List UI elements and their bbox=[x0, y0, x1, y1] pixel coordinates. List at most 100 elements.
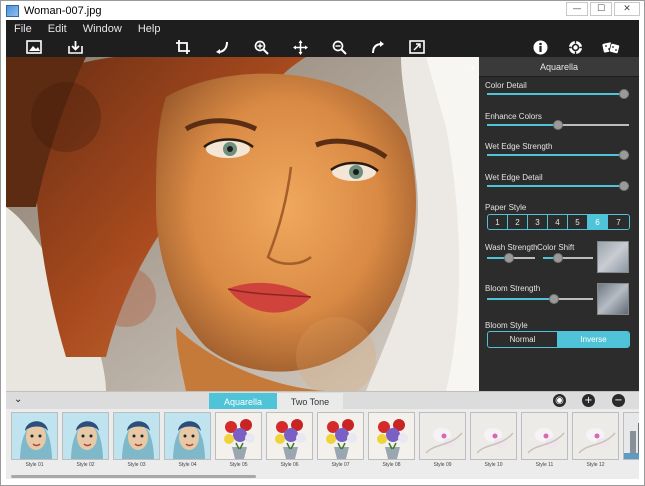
move-icon[interactable] bbox=[291, 38, 309, 56]
style-preview-image bbox=[266, 412, 313, 460]
maximize-button[interactable]: ☐ bbox=[590, 2, 612, 16]
style-preview-image bbox=[623, 412, 639, 460]
style-label: Style 03 bbox=[127, 462, 146, 468]
menu-bar: File Edit Window Help bbox=[6, 20, 639, 37]
wash-texture-thumbnail[interactable] bbox=[597, 241, 629, 273]
settings-icon[interactable] bbox=[566, 38, 584, 56]
tab-aquarella[interactable]: Aquarella bbox=[209, 393, 277, 410]
toolbar bbox=[6, 37, 639, 57]
style-preview-image bbox=[521, 412, 568, 460]
watercolor-portrait bbox=[6, 57, 479, 391]
style-thumbnails-strip: Style 01 Style 02 Style 03 Style 04 Style 05… bbox=[6, 409, 639, 479]
style-thumbnail[interactable]: Style 03 bbox=[113, 412, 160, 470]
paper-style-option[interactable]: 3 bbox=[528, 215, 548, 229]
style-preview-image bbox=[215, 412, 262, 460]
style-preview-image bbox=[164, 412, 211, 460]
save-icon[interactable] bbox=[66, 38, 84, 56]
style-label: Style 02 bbox=[76, 462, 95, 468]
style-label: Style 11 bbox=[535, 462, 554, 468]
menu-help[interactable]: Help bbox=[130, 23, 169, 35]
bloom-style-inverse[interactable]: Inverse bbox=[558, 332, 629, 347]
image-canvas[interactable]: › bbox=[6, 57, 479, 391]
style-tabs-bar: ⌄ Aquarella Two Tone ◉ + − bbox=[6, 391, 639, 410]
tab-two-tone[interactable]: Two Tone bbox=[277, 393, 343, 410]
style-thumbnail[interactable]: Style 02 bbox=[62, 412, 109, 470]
window-title: Woman-007.jpg bbox=[24, 4, 102, 17]
slider-knob[interactable] bbox=[553, 120, 563, 130]
style-thumbnail[interactable]: Style 07 bbox=[317, 412, 364, 470]
app-window: Woman-007.jpg — ☐ ✕ File Edit Window Hel… bbox=[0, 0, 645, 486]
paper-style-option-selected[interactable]: 6 bbox=[588, 215, 608, 229]
color-detail-slider[interactable] bbox=[487, 89, 629, 99]
bloom-style-label: Bloom Style bbox=[485, 321, 528, 330]
bloom-strength-label: Bloom Strength bbox=[485, 284, 541, 293]
enhance-colors-slider[interactable] bbox=[487, 120, 629, 130]
info-icon[interactable] bbox=[531, 38, 549, 56]
style-preview-image bbox=[11, 412, 58, 460]
menu-edit[interactable]: Edit bbox=[40, 23, 75, 35]
style-thumbnail[interactable]: Style 04 bbox=[164, 412, 211, 470]
paper-style-option[interactable]: 2 bbox=[508, 215, 528, 229]
paper-style-option[interactable]: 4 bbox=[548, 215, 568, 229]
fit-screen-icon[interactable] bbox=[408, 38, 426, 56]
zoom-out-icon[interactable] bbox=[330, 38, 348, 56]
palette-icon[interactable]: ◉ bbox=[553, 394, 566, 407]
style-thumbnail[interactable]: Style 10 bbox=[470, 412, 517, 470]
slider-knob[interactable] bbox=[549, 294, 560, 304]
rotate-left-icon[interactable] bbox=[213, 38, 231, 56]
slider-knob[interactable] bbox=[619, 150, 629, 160]
style-preview-image bbox=[113, 412, 160, 460]
wet-edge-strength-slider[interactable] bbox=[487, 150, 629, 160]
style-label: Style 04 bbox=[178, 462, 197, 468]
open-image-icon[interactable] bbox=[25, 38, 43, 56]
paper-style-option[interactable]: 5 bbox=[568, 215, 588, 229]
menu-file[interactable]: File bbox=[6, 23, 40, 35]
collapse-panel-icon[interactable]: › bbox=[471, 61, 475, 74]
bloom-texture-thumbnail[interactable] bbox=[597, 283, 629, 315]
minimize-button[interactable]: — bbox=[566, 2, 588, 16]
redo-icon[interactable] bbox=[369, 38, 387, 56]
paper-style-selector: 1 2 3 4 5 6 7 bbox=[487, 214, 630, 230]
style-thumbnail[interactable]: Style 01 bbox=[11, 412, 58, 470]
horizontal-scrollbar[interactable] bbox=[11, 475, 256, 478]
style-thumbnail[interactable]: Style 05 bbox=[215, 412, 262, 470]
zoom-in-icon[interactable] bbox=[252, 38, 270, 56]
remove-style-icon[interactable]: − bbox=[612, 394, 625, 407]
style-thumbnail[interactable]: Style 11 bbox=[521, 412, 568, 470]
adjustments-panel: Aquarella Color Detail Enhance Colors We… bbox=[479, 57, 639, 391]
style-preview-image bbox=[470, 412, 517, 460]
slider-knob[interactable] bbox=[619, 89, 629, 99]
style-thumbnail[interactable]: Style 06 bbox=[266, 412, 313, 470]
color-shift-label: Color Shift bbox=[537, 243, 575, 252]
style-thumbnail[interactable]: Style 08 bbox=[368, 412, 415, 470]
slider-knob[interactable] bbox=[553, 253, 563, 263]
style-preview-image bbox=[572, 412, 619, 460]
style-thumbnail[interactable] bbox=[623, 412, 639, 470]
wash-strength-slider[interactable] bbox=[487, 253, 535, 263]
style-thumbnail[interactable]: Style 09 bbox=[419, 412, 466, 470]
color-shift-slider[interactable] bbox=[543, 253, 593, 263]
paper-style-label: Paper Style bbox=[485, 203, 527, 212]
slider-knob[interactable] bbox=[619, 181, 629, 191]
style-preview-image bbox=[368, 412, 415, 460]
close-button[interactable]: ✕ bbox=[614, 2, 640, 16]
bloom-style-selector: Normal Inverse bbox=[487, 331, 630, 348]
style-label: Style 01 bbox=[25, 462, 44, 468]
bloom-strength-slider[interactable] bbox=[487, 294, 593, 304]
style-preview-image bbox=[62, 412, 109, 460]
paper-style-option[interactable]: 1 bbox=[488, 215, 508, 229]
wet-edge-detail-slider[interactable] bbox=[487, 181, 629, 191]
bloom-style-normal[interactable]: Normal bbox=[488, 332, 559, 347]
slider-knob[interactable] bbox=[504, 253, 515, 263]
menu-window[interactable]: Window bbox=[75, 23, 130, 35]
panel-title: Aquarella bbox=[479, 57, 639, 77]
crop-icon[interactable] bbox=[174, 38, 192, 56]
style-label: Style 09 bbox=[433, 462, 452, 468]
chevron-down-icon[interactable]: ⌄ bbox=[14, 394, 22, 405]
style-preview-image bbox=[317, 412, 364, 460]
random-dice-icon[interactable] bbox=[602, 38, 620, 56]
wash-strength-label: Wash Strength bbox=[485, 243, 538, 252]
style-thumbnail[interactable]: Style 12 bbox=[572, 412, 619, 470]
paper-style-option[interactable]: 7 bbox=[608, 215, 629, 229]
add-style-icon[interactable]: + bbox=[582, 394, 595, 407]
